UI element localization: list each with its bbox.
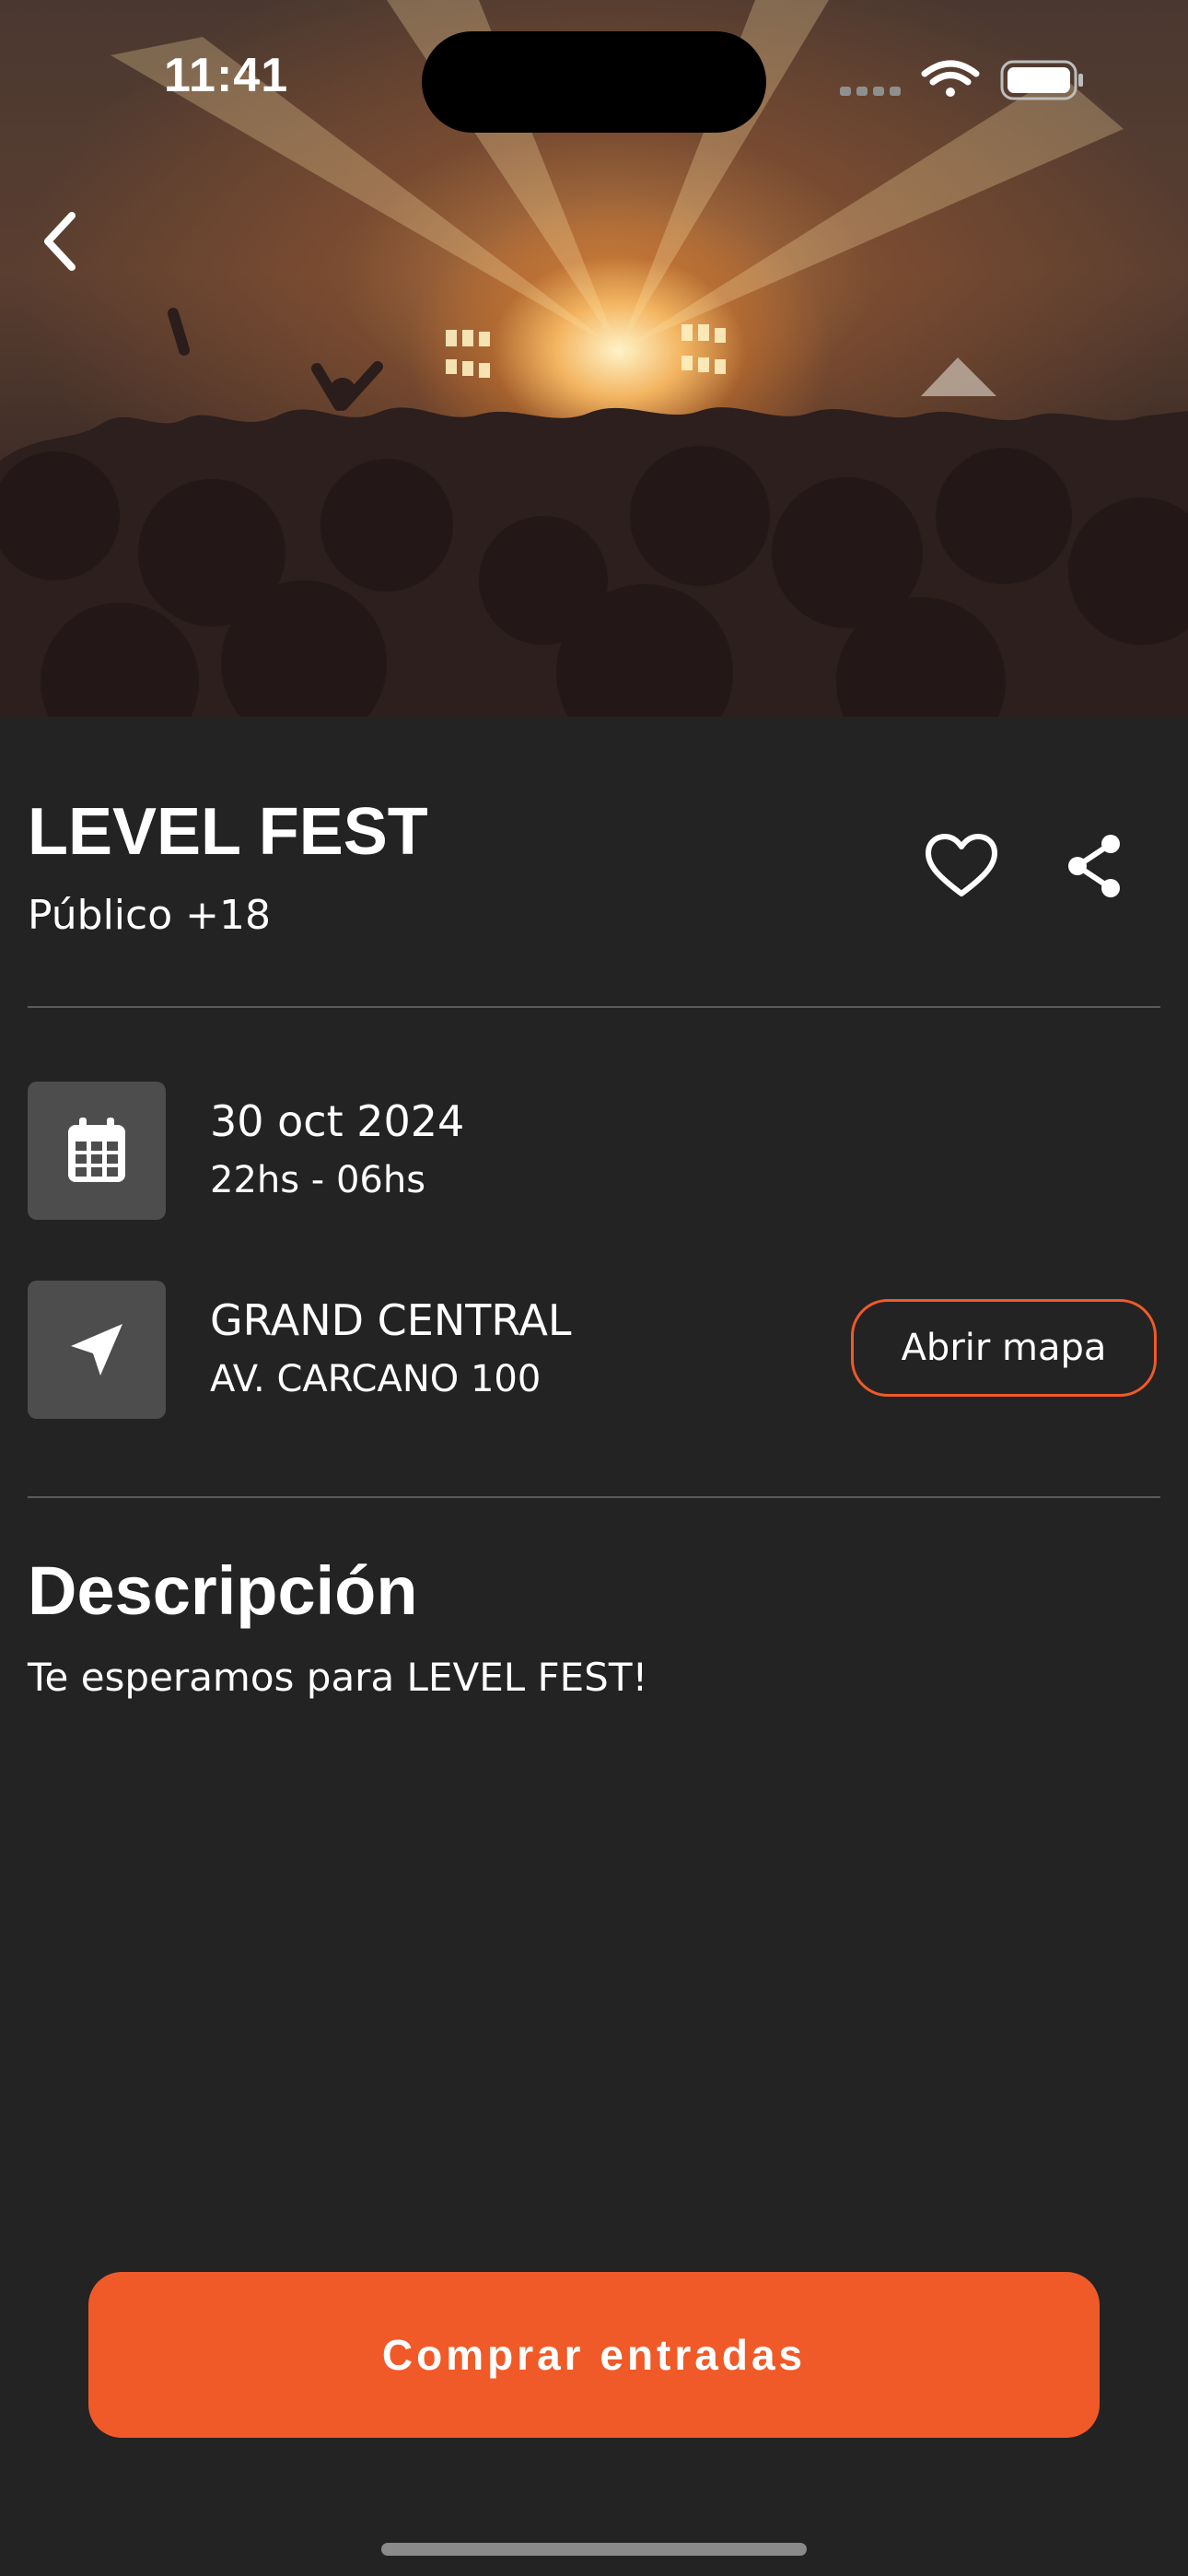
dynamic-island	[422, 31, 766, 133]
cellular-signal-icon	[840, 87, 901, 96]
status-bar-time: 11:41	[164, 49, 289, 102]
section-divider	[28, 1496, 1160, 1498]
wifi-icon	[921, 60, 980, 97]
description-heading: Descripción	[28, 1552, 418, 1629]
back-arrow-icon[interactable]	[35, 205, 90, 278]
open-map-button[interactable]: Abrir mapa	[851, 1299, 1157, 1397]
battery-icon	[1000, 60, 1083, 100]
location-tile	[28, 1281, 166, 1419]
event-hours: 22hs - 06hs	[210, 1159, 426, 1201]
venue-name: GRAND CENTRAL	[210, 1295, 572, 1345]
calendar-tile	[28, 1082, 166, 1220]
event-date: 30 oct 2024	[210, 1096, 465, 1146]
share-icon[interactable]	[1065, 833, 1125, 899]
home-indicator	[381, 2543, 807, 2556]
navigation-arrow-icon	[71, 1324, 122, 1376]
calendar-icon	[68, 1118, 125, 1182]
section-divider	[28, 1006, 1160, 1008]
heart-icon[interactable]	[925, 833, 998, 899]
event-title: LEVEL FEST	[28, 795, 428, 869]
description-text: Te esperamos para LEVEL FEST!	[28, 1655, 648, 1700]
event-audience: Público +18	[28, 892, 271, 939]
status-bar-indicators	[840, 60, 1083, 100]
buy-tickets-button[interactable]: Comprar entradas	[88, 2272, 1100, 2438]
venue-address: AV. CARCANO 100	[210, 1358, 542, 1400]
